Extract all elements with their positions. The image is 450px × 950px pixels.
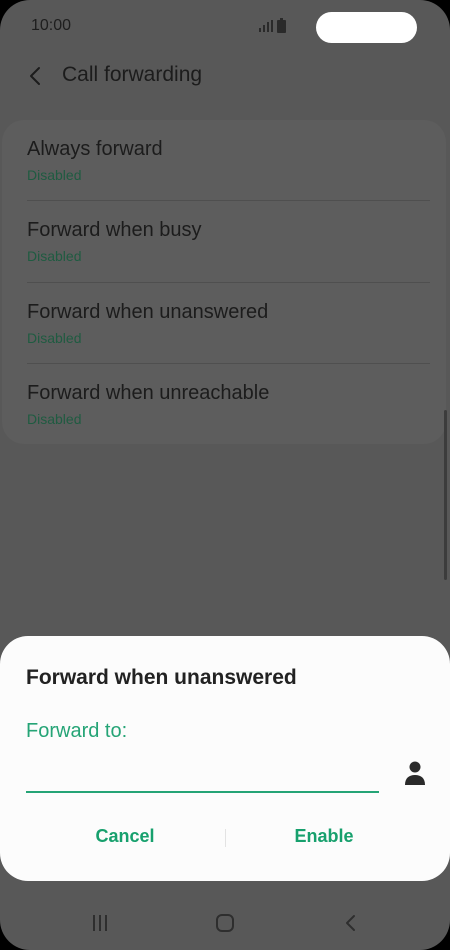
list-item-forward-when-unreachable[interactable]: Forward when unreachable Disabled [2, 364, 446, 445]
navigation-bar [0, 895, 450, 950]
recents-icon[interactable] [88, 911, 112, 935]
phone-screen: 10:00 Call forwarding Always forward Dis… [0, 0, 450, 950]
signal-icon [259, 20, 273, 32]
back-icon[interactable] [339, 911, 363, 935]
page-title: Call forwarding [62, 63, 203, 86]
home-icon[interactable] [213, 911, 237, 935]
cancel-button[interactable]: Cancel [65, 826, 185, 847]
list-item-forward-when-unanswered[interactable]: Forward when unanswered Disabled [2, 283, 446, 364]
camera-cutout [316, 12, 417, 43]
chevron-left-icon[interactable] [22, 62, 50, 90]
status-bar: 10:00 [0, 0, 450, 54]
person-icon[interactable] [403, 760, 427, 786]
item-title: Forward when unanswered [27, 301, 269, 323]
item-status: Disabled [27, 248, 82, 264]
forward-dialog: Forward when unanswered Forward to: Canc… [0, 636, 450, 881]
battery-icon [277, 18, 286, 33]
item-title: Forward when unreachable [27, 382, 270, 404]
dialog-title: Forward when unanswered [26, 666, 297, 689]
status-time: 10:00 [31, 17, 72, 34]
settings-list: Always forward Disabled Forward when bus… [2, 120, 446, 444]
scroll-edge [444, 410, 447, 580]
forward-number-input[interactable] [26, 764, 379, 793]
item-status: Disabled [27, 411, 82, 427]
enable-button[interactable]: Enable [264, 826, 384, 847]
list-item-always-forward[interactable]: Always forward Disabled [2, 120, 446, 201]
forward-to-label: Forward to: [26, 720, 128, 742]
button-separator [225, 829, 226, 847]
app-header: Call forwarding [0, 54, 450, 98]
list-item-forward-when-busy[interactable]: Forward when busy Disabled [2, 201, 446, 282]
item-status: Disabled [27, 330, 82, 346]
item-status: Disabled [27, 167, 82, 183]
item-title: Always forward [27, 138, 163, 160]
item-title: Forward when busy [27, 219, 202, 241]
